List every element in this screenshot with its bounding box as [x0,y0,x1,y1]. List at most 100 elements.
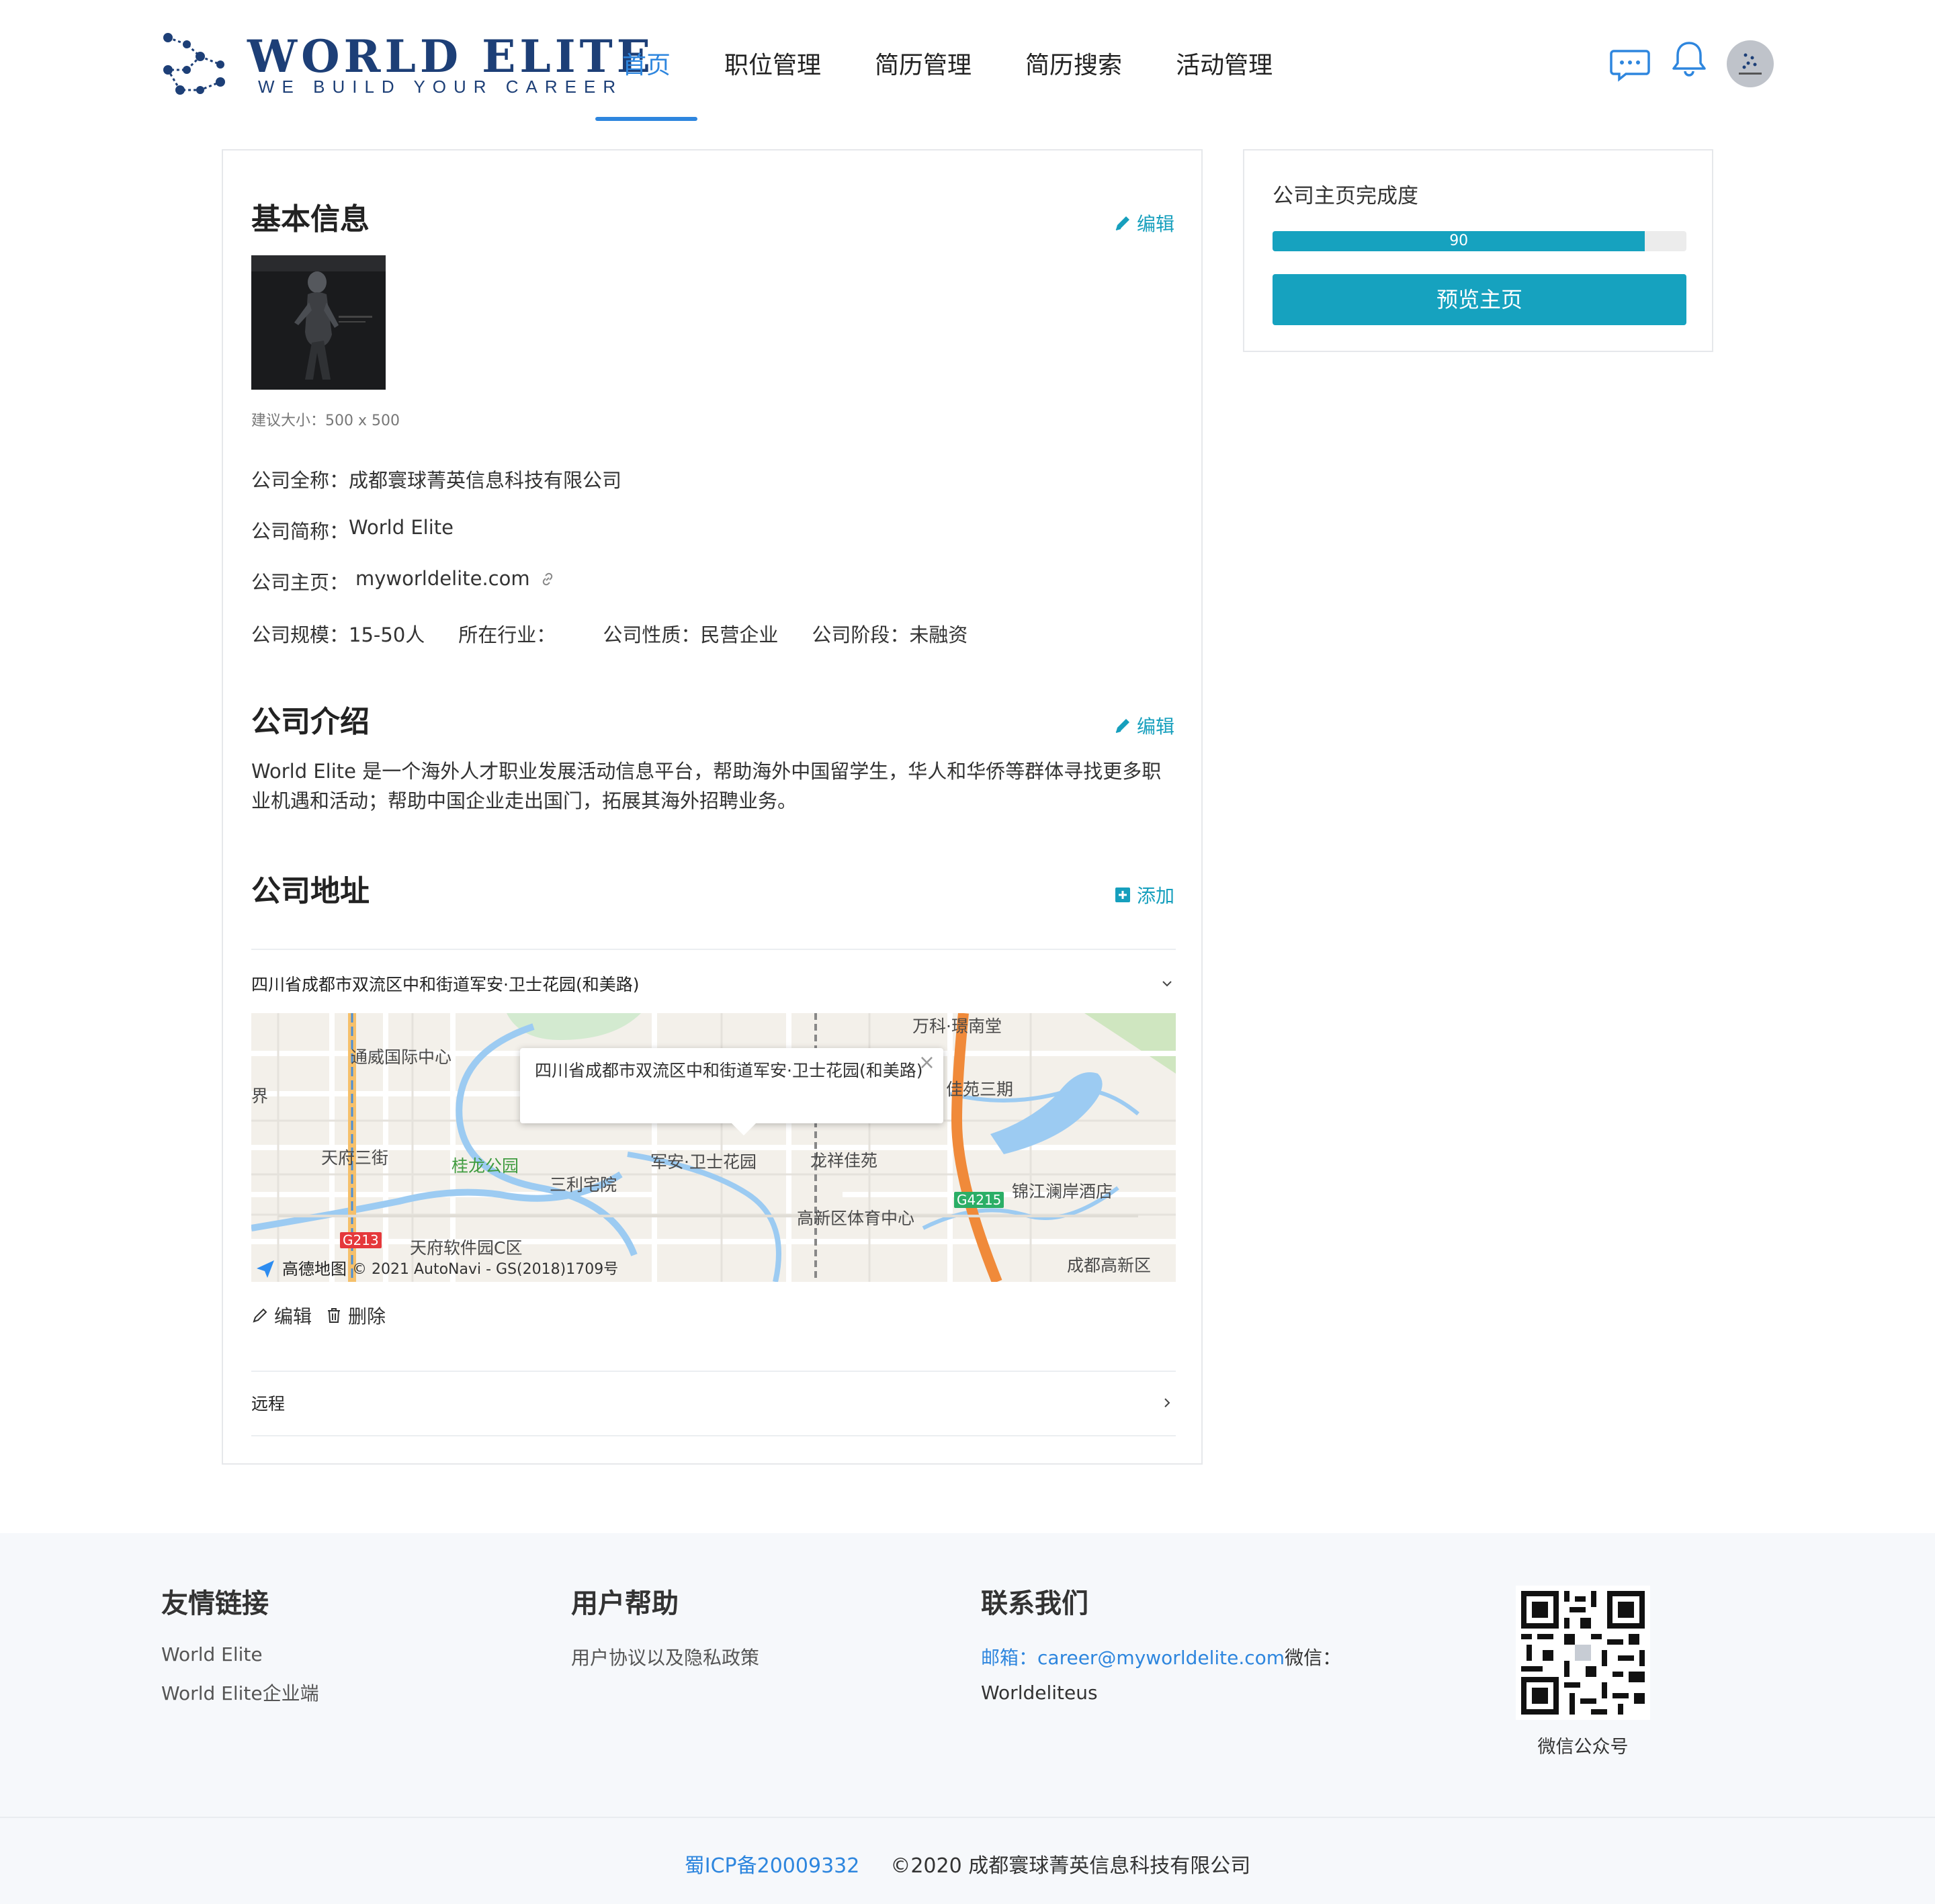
copyright-text: ©2020 成都寰球菁英信息科技有限公司 [890,1854,1251,1878]
brand-title: WORLD ELITE [247,30,655,83]
footer-link[interactable]: World Elite企业端 [161,1679,319,1706]
pencil-icon [1115,216,1129,230]
email-label: 邮箱： [981,1647,1038,1669]
completion-card: 公司主页完成度 90 预览主页 [1243,149,1713,352]
company-intro-text: World Elite 是一个海外人才职业发展活动信息平台，帮助海外中国留学生，… [251,760,1162,812]
map-label: 天府三街 [321,1148,389,1168]
address-delete-label: 删除 [348,1305,386,1328]
homepage-row: 公司主页： myworldelite.com [251,567,556,595]
pencil-icon [1115,719,1129,733]
remote-address-label: 远程 [251,1394,286,1414]
basic-info-edit-button[interactable]: 编辑 [1113,210,1174,236]
close-icon[interactable]: × [918,1051,935,1075]
footer-help-title: 用户帮助 [571,1588,679,1619]
top-header: WORLD ELITE WE BUILD YOUR CAREER 首页 职位管理… [0,0,1935,121]
address-map[interactable]: 万科·璟南堂 通威国际中心 界 佳苑三期 天府三街 桂龙公园 三利宅院 军安·卫… [251,1013,1176,1282]
footer-help-column: 用户帮助 用户协议以及隐私政策 [571,1582,759,1670]
nav-item-home[interactable]: 首页 [595,0,698,121]
copyright-bar: 蜀ICP备20009332 ©2020 成都寰球菁英信息科技有限公司 [0,1849,1935,1878]
full-name-label: 公司全称： [251,469,349,492]
stage-label: 公司阶段： [812,623,910,646]
company-profile-card: 基本信息 编辑 建议大小：500 x 500 公司全称： 成都寰球菁英信息科技有… [222,149,1203,1465]
footer-link[interactable]: World Elite [161,1643,319,1665]
preview-homepage-button[interactable]: 预览主页 [1273,274,1686,325]
intro-title: 公司介绍 [251,705,370,739]
amap-logo-icon [257,1260,274,1278]
map-info-popup: 四川省成都市双流区中和街道军安·卫士花园(和美路) × [520,1048,943,1135]
link-icon[interactable] [540,571,556,587]
address-add-label: 添加 [1136,885,1174,907]
divider [251,949,1176,950]
nav-item-jobs[interactable]: 职位管理 [697,0,848,121]
privacy-policy-link[interactable]: 用户协议以及隐私政策 [571,1643,759,1670]
map-label: 三利宅院 [550,1175,617,1195]
stage-group: 公司阶段：未融资 [812,619,968,648]
qr-code-icon [1516,1586,1650,1720]
nav-item-resume-search[interactable]: 简历搜索 [998,0,1149,121]
short-name-label: 公司简称： [251,520,349,543]
nature-group: 公司性质：民营企业 [603,619,778,648]
email-link[interactable]: career@myworldelite.com [1037,1647,1285,1669]
chevron-down-icon [1162,981,1172,987]
icp-link[interactable]: 蜀ICP备20009332 [685,1854,860,1878]
scale-label: 公司规模： [251,623,349,646]
stage-value: 未融资 [909,623,968,646]
map-provider: 高德地图 [282,1260,347,1279]
road-badge: G213 [340,1232,382,1248]
address-item-label: 四川省成都市双流区中和街道军安·卫士花园(和美路) [251,975,640,994]
trash-icon [328,1308,340,1323]
intro-edit-button[interactable]: 编辑 [1113,712,1174,739]
nav-item-events[interactable]: 活动管理 [1149,0,1299,121]
remote-address-item[interactable]: 远程 [251,1391,1176,1415]
address-title: 公司地址 [251,874,370,908]
chat-icon[interactable] [1608,42,1651,85]
basic-info-title: 基本信息 [251,202,370,236]
brand-logo[interactable]: WORLD ELITE WE BUILD YOUR CAREER [160,30,650,103]
map-attribution: 高德地图 © 2021 AutoNavi - GS(2018)1709号 [254,1256,618,1279]
company-attributes-row: 公司规模：15-50人 所在行业： 公司性质：民营企业 公司阶段：未融资 [251,619,1001,648]
map-label: 桂龙公园 [452,1156,519,1176]
map-copyright: © 2021 AutoNavi - GS(2018)1709号 [352,1260,619,1278]
qr-caption: 微信公众号 [1537,1737,1629,1758]
address-add-button[interactable]: 添加 [1113,881,1174,908]
divider [251,1435,1176,1436]
company-logo-image[interactable] [251,255,386,390]
basic-info-edit-label: 编辑 [1136,213,1174,235]
address-delete-button[interactable]: 删除 [325,1302,386,1329]
nature-label: 公司性质： [603,623,701,646]
wechat-label: 微信： [1285,1647,1342,1669]
homepage-value[interactable]: myworldelite.com [355,567,530,595]
short-name-value: World Elite [349,516,454,539]
edit-icon [253,1308,267,1323]
avatar[interactable] [1727,40,1774,87]
bell-icon[interactable] [1668,38,1711,81]
full-name-row: 公司全称： 成都寰球菁英信息科技有限公司 [251,465,621,493]
map-label: 高新区体育中心 [797,1209,915,1228]
chevron-right-icon [1164,1398,1170,1408]
completion-title: 公司主页完成度 [1273,184,1418,208]
contact-info: 邮箱：career@myworldelite.com微信： Worldelite… [981,1641,1357,1711]
nav-item-resumes[interactable]: 简历管理 [848,0,998,121]
logo-network-icon [163,33,225,95]
map-label: 军安·卫士花园 [650,1152,757,1172]
map-label: 界 [251,1086,269,1106]
address-edit-button[interactable]: 编辑 [251,1302,312,1329]
logo-size-hint: 建议大小：500 x 500 [251,413,400,429]
avatar-logo-icon [1739,53,1762,75]
map-label: 龙祥佳苑 [810,1151,878,1170]
company-logo-artwork [251,255,386,390]
wechat-id: Worldeliteus [981,1682,1098,1704]
homepage-label: 公司主页： [251,571,349,594]
brand-subtitle: WE BUILD YOUR CAREER [258,77,624,97]
industry-label: 所在行业： [458,623,556,646]
plus-square-icon [1115,888,1130,902]
wechat-qr-code [1516,1586,1650,1720]
road-badge: G4215 [954,1192,1004,1208]
nature-value: 民营企业 [700,623,779,646]
address-edit-label: 编辑 [274,1305,312,1328]
intro-edit-label: 编辑 [1136,716,1174,738]
map-label: 万科·璟南堂 [912,1016,1002,1036]
address-item-header[interactable]: 四川省成都市双流区中和街道军安·卫士花园(和美路) [251,971,1176,996]
footer-contact-title: 联系我们 [981,1588,1088,1619]
main-nav: 首页 职位管理 简历管理 简历搜索 活动管理 [595,0,1299,121]
